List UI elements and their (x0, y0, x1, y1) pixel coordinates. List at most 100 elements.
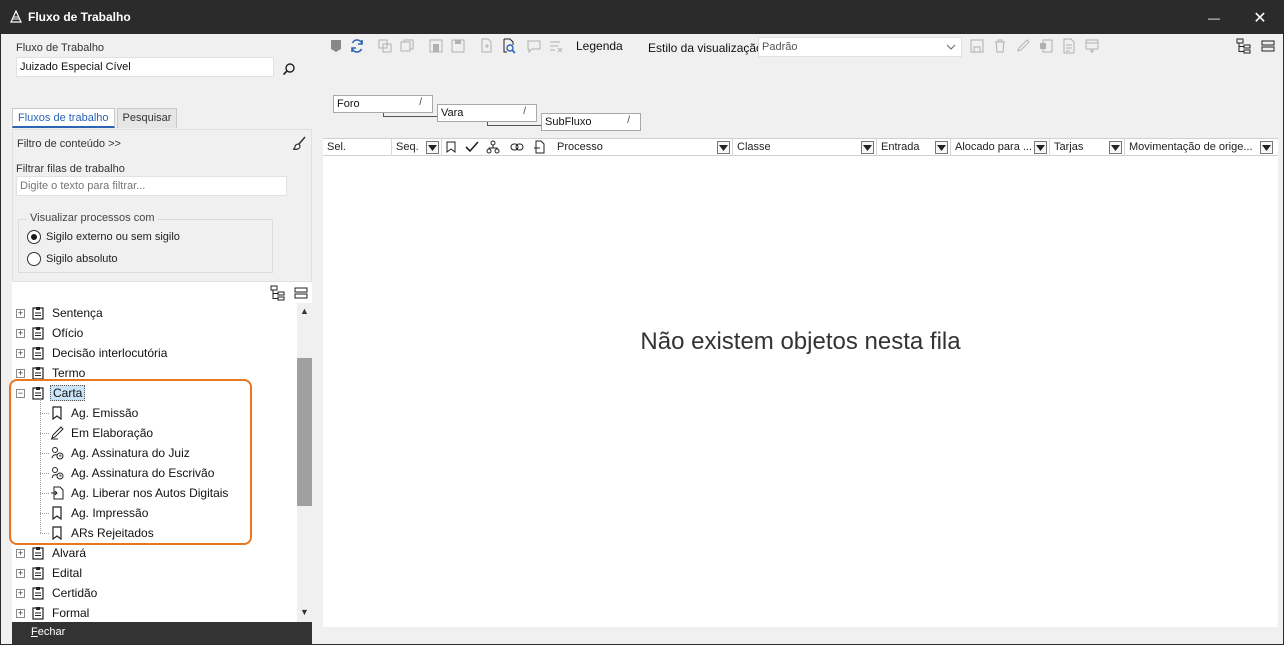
document-move-button[interactable] (478, 37, 496, 55)
close-window-button[interactable]: ✕ (1237, 1, 1283, 34)
export-excel-button[interactable] (1037, 37, 1055, 55)
tree-node-label[interactable]: Ag. Emissão (69, 406, 140, 420)
tree-child-node[interactable]: Ag. Assinatura do Escrivão (50, 463, 216, 483)
document-column[interactable] (533, 140, 547, 154)
column-movimentacao[interactable]: Movimentação de orige... (1125, 139, 1261, 156)
tree-node[interactable]: + Edital (16, 563, 84, 583)
tree-child-node[interactable]: Ag. Impressão (50, 503, 150, 523)
clear-filter-button[interactable] (547, 37, 565, 55)
column-classe[interactable]: Classe (733, 139, 877, 156)
refresh-button[interactable] (348, 37, 366, 55)
tree-node[interactable]: + Certidão (16, 583, 99, 603)
entrada-filter-dropdown[interactable] (935, 141, 948, 154)
expand-icon[interactable]: + (16, 308, 25, 318)
expand-tree-icon[interactable] (270, 285, 286, 301)
scroll-up-icon[interactable]: ▲ (297, 303, 312, 318)
radio-external-secrecy[interactable]: Sigilo externo ou sem sigilo (27, 230, 180, 244)
tree-node-label[interactable]: Decisão interlocutória (50, 346, 169, 360)
tree-node[interactable]: − Carta (16, 383, 86, 403)
tree-node-label[interactable]: Ag. Impressão (69, 506, 150, 520)
collapse-groups-button[interactable] (1259, 37, 1277, 55)
tree-child-node[interactable]: Ag. Liberar nos Autos Digitais (50, 483, 230, 503)
tree-node[interactable]: + Alvará (16, 543, 88, 563)
classe-filter-dropdown[interactable] (861, 141, 874, 154)
scroll-thumb[interactable] (297, 358, 312, 506)
tree-scrollbar[interactable]: ▲ ▼ (297, 303, 312, 623)
radio-button-checked[interactable] (27, 230, 41, 244)
save-button[interactable] (449, 37, 467, 55)
configure-view-button[interactable] (1083, 37, 1101, 55)
expand-groups-button[interactable] (1235, 37, 1253, 55)
legend-button[interactable]: Legenda (576, 39, 623, 53)
tree-node[interactable]: + Formal (16, 603, 91, 623)
tree-node-label[interactable]: Certidão (50, 586, 99, 600)
tree-node-label[interactable]: Em Elaboração (69, 426, 155, 440)
delete-view-button[interactable] (991, 37, 1009, 55)
tree-child-node[interactable]: Em Elaboração (50, 423, 155, 443)
column-sel[interactable]: Sel. (323, 139, 392, 156)
tree-node-label[interactable]: Ag. Assinatura do Escrivão (69, 466, 216, 480)
expand-icon[interactable]: + (16, 568, 25, 578)
content-filter-toggle[interactable]: Filtro de conteúdo >> (17, 138, 121, 150)
expand-icon[interactable]: + (16, 348, 25, 358)
archive-button[interactable] (427, 37, 445, 55)
tree-child-node[interactable]: Ag. Assinatura do Juiz (50, 443, 192, 463)
expand-icon[interactable]: + (16, 548, 25, 558)
expand-icon[interactable]: + (16, 588, 25, 598)
radio-button-unchecked[interactable] (27, 252, 41, 266)
column-processo[interactable]: Processo (553, 139, 733, 156)
edit-view-button[interactable] (1014, 37, 1032, 55)
queue-filter-input[interactable] (16, 176, 287, 196)
tree-node-label[interactable]: Sentença (50, 306, 105, 320)
tarjas-filter-dropdown[interactable] (1109, 141, 1122, 154)
minimize-button[interactable]: — (1191, 1, 1237, 34)
tab-search[interactable]: Pesquisar (116, 108, 178, 128)
print-list-button[interactable] (1060, 37, 1078, 55)
tree-node[interactable]: + Termo (16, 363, 87, 383)
hierarchy-column[interactable] (486, 140, 500, 154)
brush-icon[interactable] (291, 135, 307, 151)
alocado-filter-dropdown[interactable] (1034, 141, 1047, 154)
processo-filter-dropdown[interactable] (717, 141, 730, 154)
group-chip-vara[interactable]: Vara / (437, 104, 537, 122)
comment-button[interactable] (525, 37, 543, 55)
workflow-search-button[interactable] (279, 59, 299, 79)
tab-workflows[interactable]: Fluxos de trabalho (12, 108, 115, 128)
workflow-input[interactable] (16, 57, 274, 77)
flag-button[interactable] (327, 37, 345, 55)
scroll-down-icon[interactable]: ▼ (297, 604, 312, 619)
duplicate-button[interactable] (398, 37, 416, 55)
collapse-tree-icon[interactable] (293, 285, 309, 301)
link-column[interactable] (510, 140, 524, 154)
tree-child-node[interactable]: ARs Rejeitados (50, 523, 156, 543)
tree-node-label[interactable]: Termo (50, 366, 87, 380)
group-chip-foro[interactable]: Foro / (333, 95, 433, 113)
tree-node[interactable]: + Ofício (16, 323, 85, 343)
group-chip-subfluxo[interactable]: SubFluxo / (541, 113, 641, 131)
collapse-icon[interactable]: − (16, 388, 25, 398)
check-column[interactable] (465, 140, 479, 154)
expand-icon[interactable]: + (16, 368, 25, 378)
close-button[interactable]: Fechar (31, 626, 65, 638)
view-style-select[interactable]: Padrão (758, 37, 962, 57)
expand-icon[interactable]: + (16, 608, 25, 618)
seq-filter-dropdown[interactable] (426, 141, 439, 154)
tree-node[interactable]: + Decisão interlocutória (16, 343, 169, 363)
save-view-button[interactable] (968, 37, 986, 55)
tree-node-label[interactable]: ARs Rejeitados (69, 526, 156, 540)
tree-node-label[interactable]: Carta (50, 385, 86, 401)
tree-node[interactable]: + Sentença (16, 303, 105, 323)
tree-node-label[interactable]: Ag. Assinatura do Juiz (69, 446, 192, 460)
radio-absolute-secrecy[interactable]: Sigilo absoluto (27, 252, 118, 266)
tree-node-label[interactable]: Formal (50, 606, 91, 620)
movimentacao-filter-dropdown[interactable] (1260, 141, 1273, 154)
search-document-button[interactable] (500, 37, 518, 55)
bookmark-column[interactable] (444, 140, 458, 154)
expand-icon[interactable]: + (16, 328, 25, 338)
tree-node-label[interactable]: Edital (50, 566, 84, 580)
tree-node-label[interactable]: Ag. Liberar nos Autos Digitais (69, 486, 230, 500)
copy-button[interactable] (376, 37, 394, 55)
tree-node-label[interactable]: Alvará (50, 546, 88, 560)
tree-node-label[interactable]: Ofício (50, 326, 85, 340)
tree-child-node[interactable]: Ag. Emissão (50, 403, 140, 423)
